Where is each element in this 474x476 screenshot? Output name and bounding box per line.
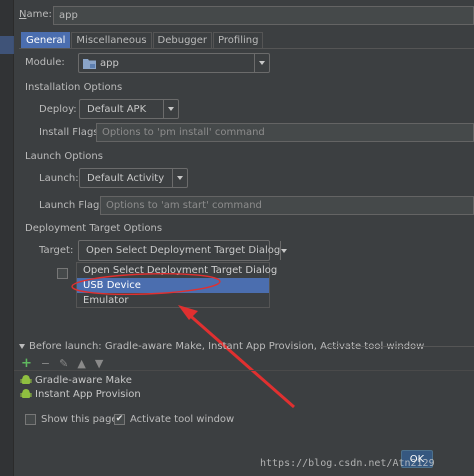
collapse-triangle-icon — [19, 344, 25, 349]
before-launch-toolbar: + − ✎ ▲ ▼ — [21, 356, 103, 371]
edit-icon[interactable]: ✎ — [59, 357, 68, 370]
remove-icon[interactable]: − — [41, 357, 50, 370]
android-icon — [20, 375, 32, 384]
tasks-top-border — [14, 370, 474, 371]
annotation-ellipse — [71, 272, 221, 296]
task-item[interactable]: Instant App Provision — [20, 388, 141, 400]
android-icon — [20, 389, 32, 398]
watermark-text: https://blog.csdn.net/Atn2129 — [260, 458, 435, 469]
annotation-overlay — [71, 272, 295, 409]
annotation-arrow-line — [185, 310, 295, 409]
task-item[interactable]: Gradle-aware Make — [20, 374, 132, 386]
before-launch-divider — [327, 346, 474, 347]
move-up-icon[interactable]: ▲ — [77, 357, 85, 370]
move-down-icon[interactable]: ▼ — [95, 357, 103, 370]
add-icon[interactable]: + — [21, 356, 32, 371]
activate-tool-window-checkbox[interactable]: Activate tool window — [114, 414, 234, 425]
annotation-arrow-head — [178, 305, 198, 320]
show-this-page-checkbox[interactable]: Show this page — [25, 414, 118, 425]
